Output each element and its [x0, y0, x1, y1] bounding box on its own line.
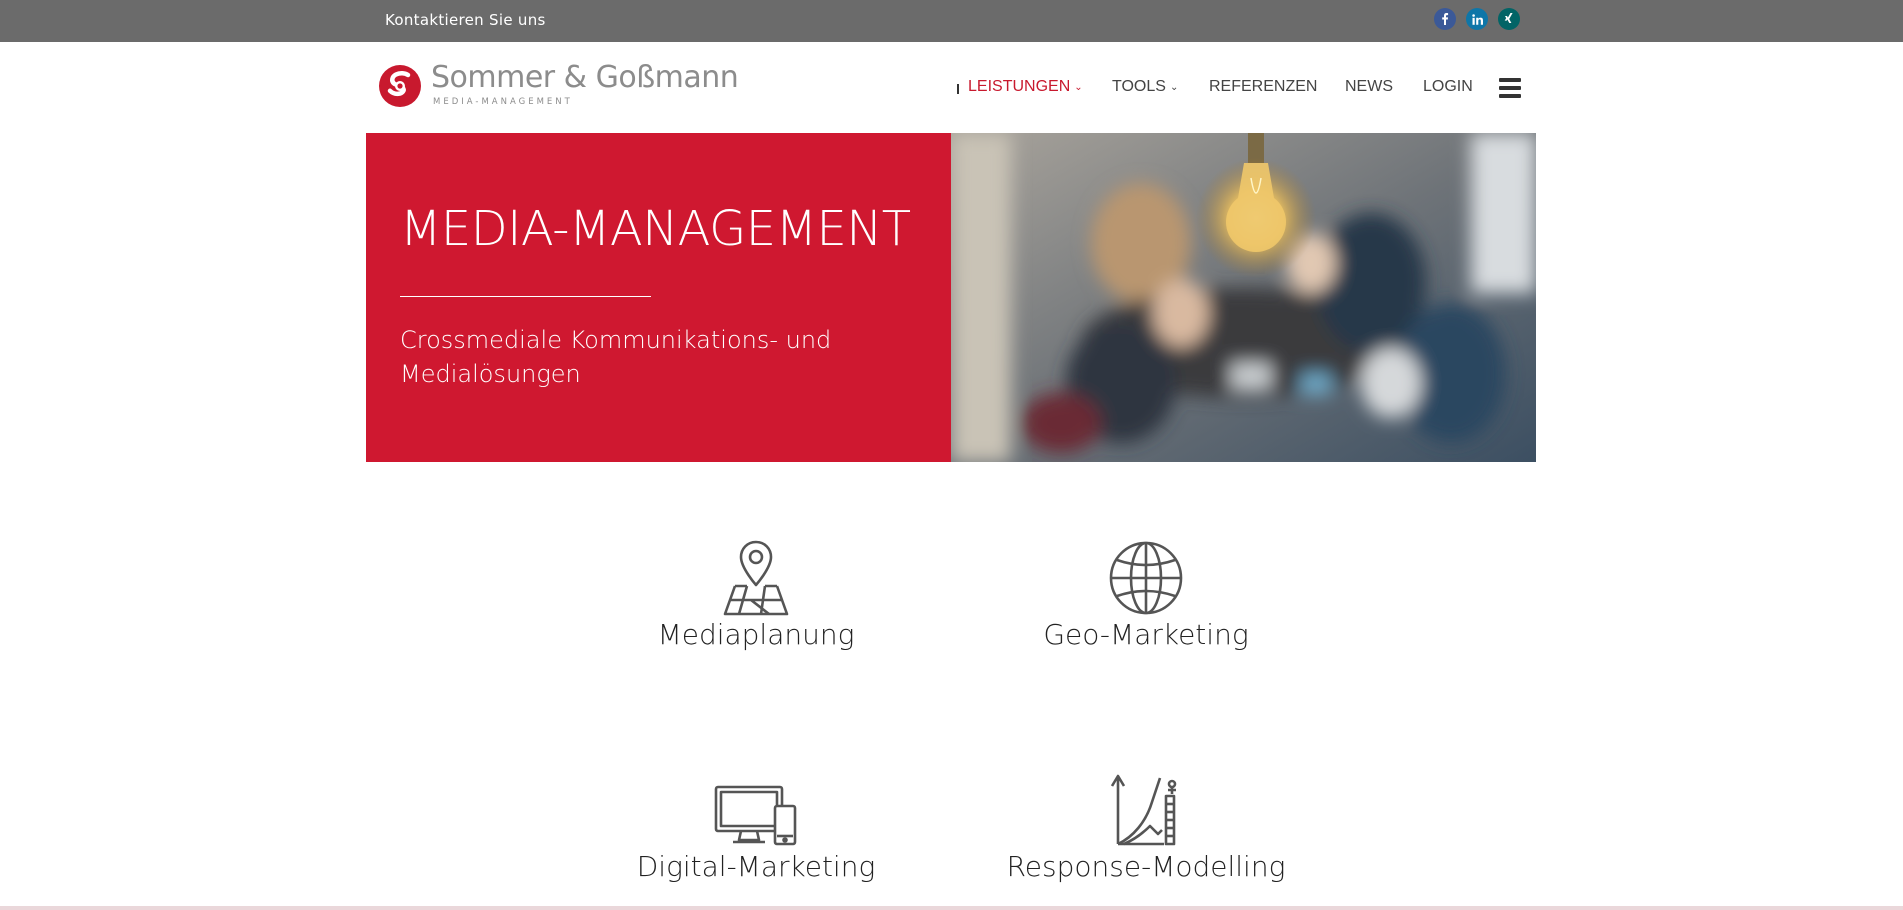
active-nav-marker [957, 84, 959, 94]
top-bar: Kontaktieren Sie uns [0, 0, 1903, 42]
service-response-modelling[interactable]: Response-Modelling [986, 766, 1306, 883]
facebook-icon[interactable] [1434, 8, 1456, 30]
service-label: Digital-Marketing [636, 850, 876, 883]
nav-label: LEISTUNGEN [968, 78, 1071, 95]
globe-icon [986, 534, 1306, 616]
linkedin-icon[interactable] [1466, 8, 1488, 30]
hero-title: MEDIA-MANAGEMENT [400, 201, 911, 257]
map-pin-icon [596, 534, 916, 616]
nav-label: TOOLS [1112, 78, 1166, 95]
company-logo[interactable]: Sommer & Goßmann MEDIA-MANAGEMENT [378, 60, 739, 112]
logo-name: Sommer & Goßmann [431, 60, 739, 95]
nav-item-leistungen[interactable]: LEISTUNGEN ⌄ [968, 78, 1083, 96]
service-label: Mediaplanung [657, 618, 855, 651]
nav-item-news[interactable]: NEWS [1345, 78, 1393, 96]
nav-label: LOGIN [1423, 78, 1473, 95]
nav-item-login[interactable]: LOGIN [1423, 78, 1473, 96]
service-label: Geo-Marketing [1043, 618, 1249, 651]
hero-divider [400, 296, 651, 297]
contact-link[interactable]: Kontaktieren Sie uns [385, 11, 546, 29]
hero-banner: MEDIA-MANAGEMENT Crossmediale Kommunikat… [366, 133, 951, 462]
service-mediaplanung[interactable]: Mediaplanung [596, 534, 916, 651]
hamburger-icon[interactable] [1499, 78, 1521, 98]
growth-chart-icon [986, 766, 1306, 848]
logo-tagline: MEDIA-MANAGEMENT [433, 97, 573, 107]
nav-item-referenzen[interactable]: REFERENZEN [1209, 78, 1317, 96]
logo-mark-icon [379, 65, 421, 107]
nav-label: REFERENZEN [1209, 78, 1318, 95]
bottom-edge [0, 906, 1903, 910]
nav-label: NEWS [1345, 78, 1393, 95]
chevron-down-icon: ⌄ [1074, 81, 1083, 93]
nav-item-tools[interactable]: TOOLS ⌄ [1112, 78, 1178, 96]
service-digital-marketing[interactable]: Digital-Marketing [596, 766, 916, 883]
chevron-down-icon: ⌄ [1169, 81, 1179, 93]
service-geo-marketing[interactable]: Geo-Marketing [986, 534, 1306, 651]
devices-icon [596, 766, 916, 848]
hero-subtitle: Crossmediale Kommunikations- und Medialö… [400, 326, 832, 388]
site-header: Sommer & Goßmann MEDIA-MANAGEMENT LEISTU… [0, 42, 1903, 133]
xing-icon[interactable] [1498, 8, 1520, 30]
hero-image [951, 133, 1536, 462]
service-label: Response-Modelling [1006, 850, 1286, 883]
